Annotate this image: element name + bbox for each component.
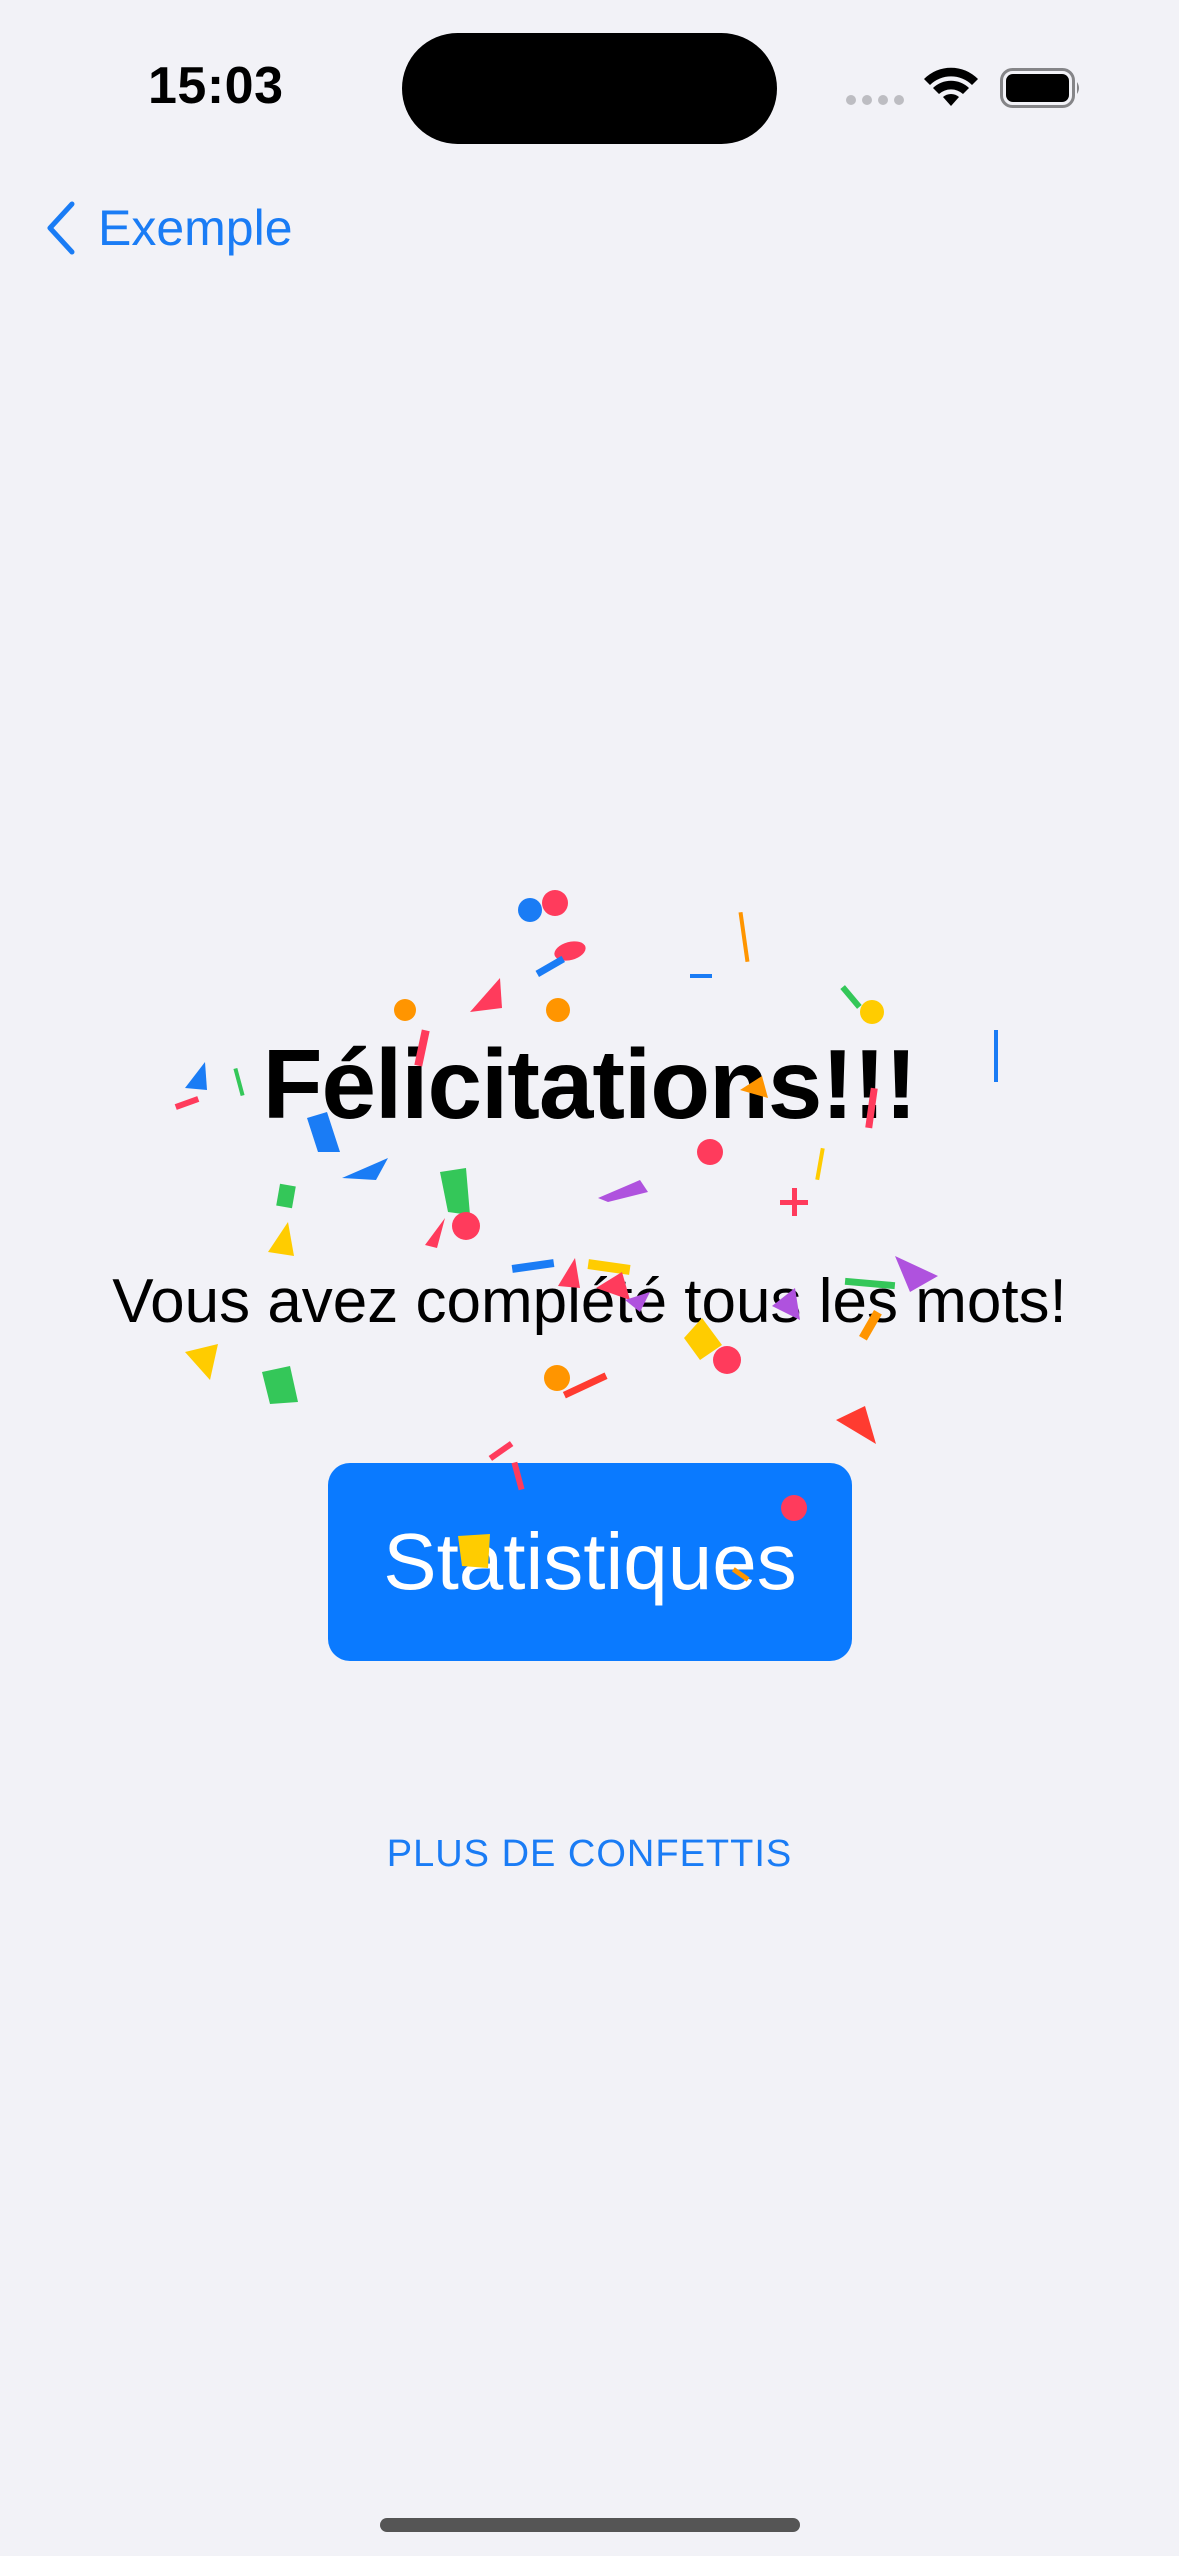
chevron-left-icon (47, 201, 75, 255)
dynamic-island (402, 33, 777, 144)
status-time: 15:03 (148, 57, 284, 115)
congrats-message: Vous avez complété tous les mots! (112, 1267, 1067, 1336)
home-indicator[interactable] (380, 2518, 800, 2532)
wifi-icon (924, 67, 978, 106)
congrats-title: Félicitations!!! (262, 1029, 918, 1139)
battery-icon (1000, 68, 1079, 108)
back-button[interactable]: Exemple (44, 196, 293, 260)
more-confetti-button[interactable]: PLUS DE CONFETTIS (0, 1833, 1179, 1876)
back-button-label: Exemple (98, 200, 293, 256)
statistics-button[interactable]: Statistiques (328, 1463, 852, 1661)
cellular-signal-icon (846, 95, 904, 105)
status-bar: 15:03 (0, 0, 1179, 150)
